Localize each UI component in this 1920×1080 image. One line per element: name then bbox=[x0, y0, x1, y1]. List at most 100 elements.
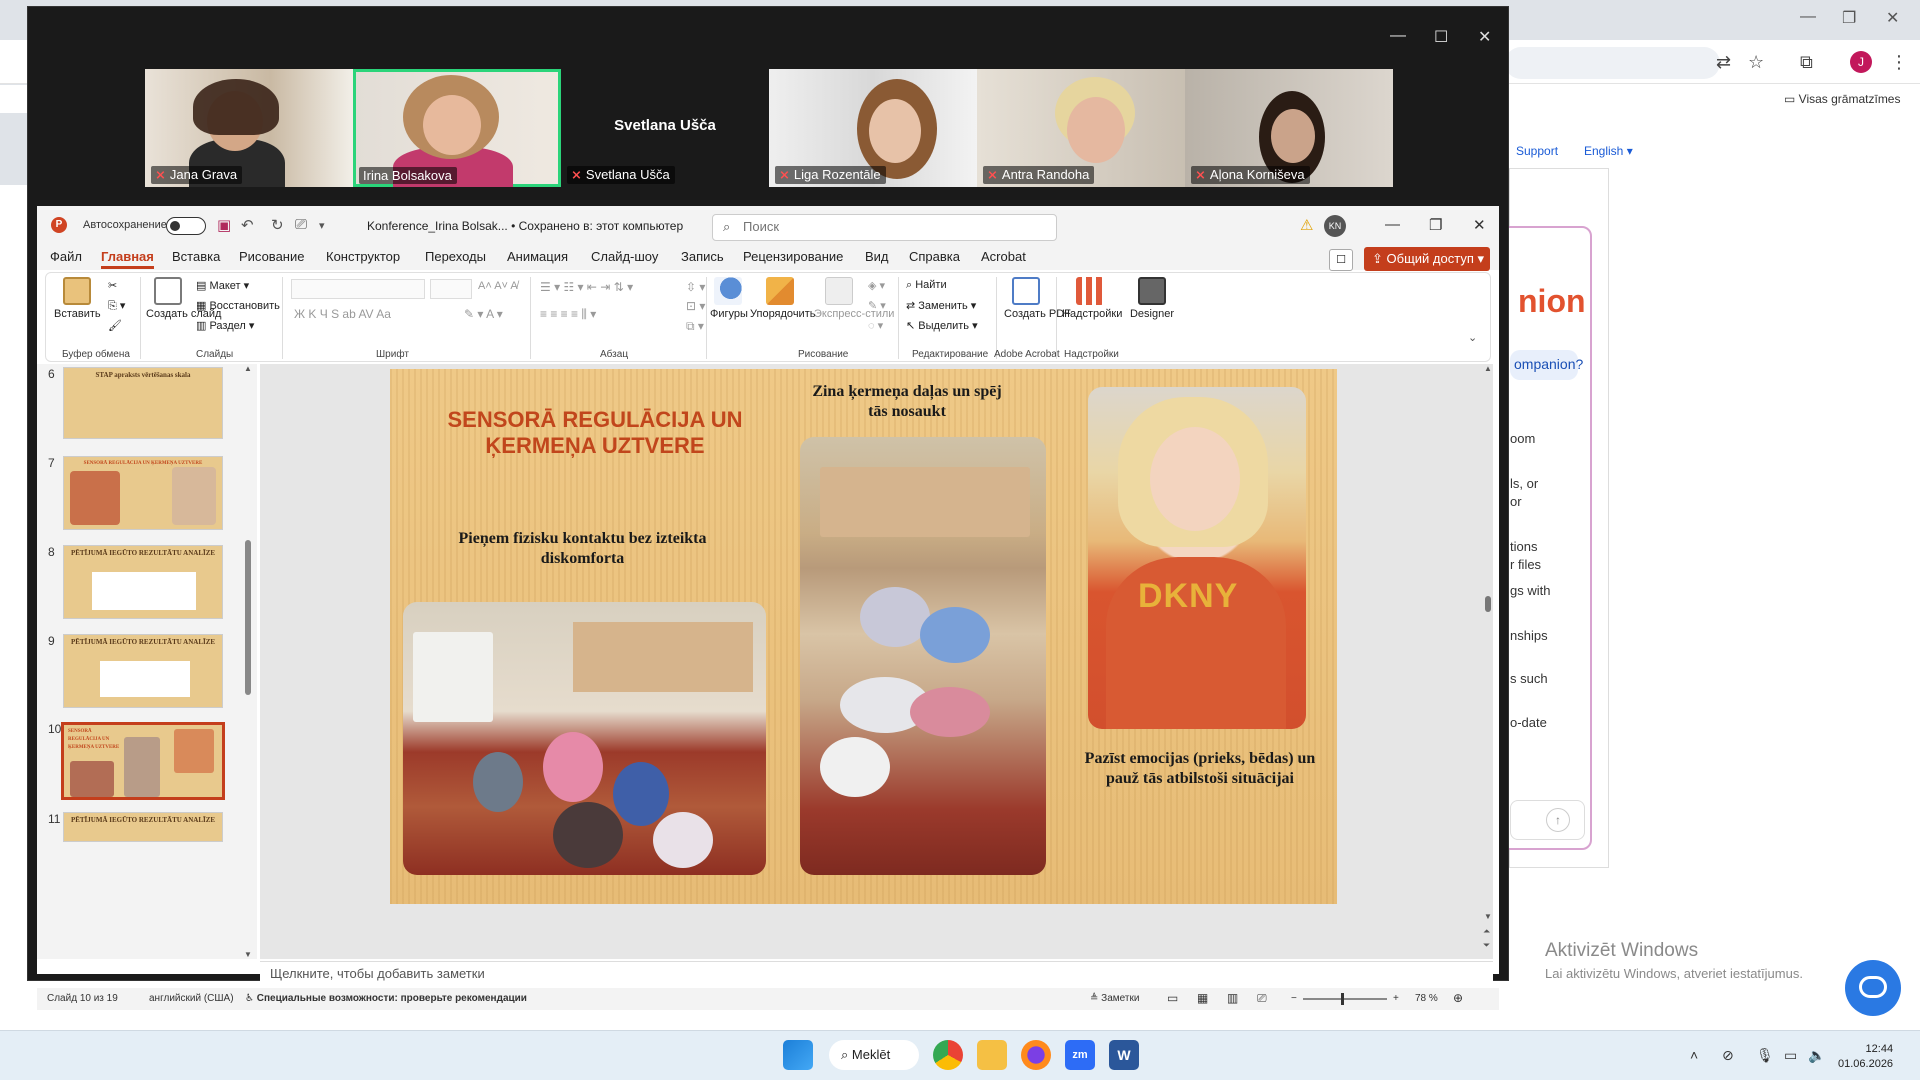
firefox-icon[interactable] bbox=[1021, 1040, 1051, 1070]
tab-insert[interactable]: Вставка bbox=[172, 249, 220, 264]
scroll-thumb[interactable] bbox=[245, 540, 251, 695]
tab-record[interactable]: Запись bbox=[681, 249, 724, 264]
restore-icon[interactable]: ❐ bbox=[1842, 8, 1856, 28]
participant-tile[interactable]: ⨯ Liga Rozentāle bbox=[769, 69, 977, 187]
close-icon[interactable]: ✕ bbox=[1886, 8, 1899, 28]
minimize-icon[interactable]: — bbox=[1800, 8, 1816, 26]
scroll-down-icon[interactable]: ▼ bbox=[244, 950, 252, 959]
address-bar[interactable] bbox=[1505, 47, 1720, 79]
zoom-slider-handle[interactable] bbox=[1341, 993, 1344, 1005]
chat-bubble-button[interactable] bbox=[1845, 960, 1901, 1016]
chrome-icon[interactable] bbox=[933, 1040, 963, 1070]
search-input[interactable] bbox=[743, 219, 1043, 234]
accessibility-check[interactable]: ♿ Специальные возможности: проверьте рек… bbox=[245, 993, 527, 1004]
send-icon[interactable]: ↑ bbox=[1546, 808, 1570, 832]
participant-tile[interactable]: ⨯ Aļona Korniševa bbox=[1185, 69, 1393, 187]
caption-center[interactable]: Zina ķermeņa daļas un spēj tās nosaukt bbox=[802, 382, 1012, 422]
more-menu-icon[interactable]: ⋮ bbox=[1890, 52, 1908, 73]
create-pdf-button[interactable]: Создать PDF bbox=[1004, 277, 1071, 321]
participant-tile[interactable]: Svetlana Ušča ⨯ Svetlana Ušča bbox=[561, 69, 769, 187]
photo-kids-on-carpet[interactable] bbox=[800, 437, 1046, 875]
slide-thumbnail[interactable]: PĒTĪJUMĀ IEGŪTO REZULTĀTU ANALĪZE bbox=[63, 634, 223, 708]
slide-sorter-icon[interactable]: ▦ bbox=[1197, 991, 1208, 1005]
font-format-icons[interactable]: Ж K Ч S ab AV Aa bbox=[294, 307, 391, 321]
participant-tile-active[interactable]: Irina Bolsakova bbox=[353, 69, 561, 187]
tray-chevron-icon[interactable]: ˄ bbox=[1690, 1047, 1698, 1063]
slideshow-icon[interactable]: ⎚ bbox=[1257, 991, 1267, 1006]
translate-icon[interactable]: ⇄ bbox=[1716, 52, 1731, 73]
maximize-icon[interactable]: ☐ bbox=[1434, 27, 1448, 47]
shape-effects-icon[interactable]: ◌ ▾ bbox=[868, 319, 883, 332]
slide-thumbnail[interactable]: SENSORĀ REGULĀCIJA UN ĶERMEŅA UZTVERE bbox=[63, 456, 223, 530]
warning-icon[interactable]: ⚠ bbox=[1300, 216, 1313, 234]
assistant-suggestion-chip[interactable]: ompanion? bbox=[1510, 350, 1583, 380]
canvas-scrollbar[interactable]: ▲ ▼ ⏶ ⏷ bbox=[1483, 364, 1493, 959]
replace-button[interactable]: ⇄ Заменить ▾ bbox=[906, 299, 976, 312]
tab-help[interactable]: Справка bbox=[909, 249, 960, 264]
increase-font-icon[interactable]: A˄ A˅ A̸ bbox=[478, 280, 518, 292]
volume-icon[interactable]: 🔈 bbox=[1808, 1047, 1825, 1064]
share-button[interactable]: ⇪ Общий доступ ▾ bbox=[1364, 247, 1490, 271]
layout-button[interactable]: ▤ Макет ▾ bbox=[196, 279, 249, 292]
text-direction-icon[interactable]: ⇳ ▾ bbox=[686, 280, 705, 294]
smartart-icon[interactable]: ⧉ ▾ bbox=[686, 319, 704, 334]
profile-avatar[interactable]: J bbox=[1850, 51, 1872, 73]
previous-slide-icon[interactable]: ⏶ bbox=[1483, 926, 1490, 937]
file-explorer-icon[interactable] bbox=[977, 1040, 1007, 1070]
list-icons[interactable]: ☰ ▾ ☷ ▾ ⇤ ⇥ ⇅ ▾ bbox=[540, 280, 633, 294]
shape-fill-icon[interactable]: ◈ ▾ bbox=[868, 279, 885, 292]
designer-button[interactable]: Designer bbox=[1126, 277, 1178, 320]
zoom-out-icon[interactable]: − bbox=[1291, 993, 1297, 1004]
notes-toggle[interactable]: ≜ Заметки bbox=[1090, 993, 1139, 1004]
slide-thumbnail[interactable]: PĒTĪJUMĀ IEGŪTO REZULTĀTU ANALĪZE bbox=[63, 545, 223, 619]
notes-pane[interactable]: Щелкните, чтобы добавить заметки bbox=[260, 961, 1493, 986]
new-slide-button[interactable]: Создать слайд bbox=[146, 277, 221, 321]
tab-review[interactable]: Рецензирование bbox=[743, 249, 843, 264]
tab-transitions[interactable]: Переходы bbox=[425, 249, 486, 264]
collapse-ribbon-icon[interactable]: ⌄ bbox=[1468, 331, 1477, 344]
minimize-icon[interactable]: — bbox=[1385, 216, 1400, 233]
participant-tile[interactable]: ⨯ Jana Grava bbox=[145, 69, 353, 187]
restore-icon[interactable]: ❐ bbox=[1429, 216, 1442, 234]
tab-design[interactable]: Конструктор bbox=[326, 249, 400, 264]
slide-thumbnail[interactable]: STAP apraksts vērtēšanas skala bbox=[63, 367, 223, 439]
shapes-button[interactable]: Фигуры bbox=[710, 277, 748, 320]
autosave-toggle[interactable] bbox=[166, 217, 206, 235]
slide-thumbnail-selected[interactable]: SENSORĀ REGULĀCIJA UN ĶERMEŅA UZTVERE bbox=[61, 722, 225, 800]
redo-icon[interactable]: ↻ bbox=[271, 216, 284, 234]
zoom-in-icon[interactable]: + bbox=[1393, 993, 1399, 1004]
windows-start-icon[interactable] bbox=[783, 1040, 813, 1070]
scroll-up-icon[interactable]: ▲ bbox=[1484, 364, 1492, 373]
reading-view-icon[interactable]: ▥ bbox=[1227, 991, 1238, 1005]
taskbar-clock[interactable]: 12:44 01.06.2026 bbox=[1838, 1042, 1893, 1072]
arrange-button[interactable]: Упорядочить bbox=[750, 277, 815, 320]
photo-smiling-girl[interactable]: DKNY bbox=[1088, 387, 1306, 729]
current-slide[interactable]: SENSORĀ REGULĀCIJA UN ĶERMEŅA UZTVERE Pi… bbox=[390, 369, 1337, 904]
tab-slideshow[interactable]: Слайд-шоу bbox=[591, 249, 658, 264]
taskbar-search[interactable]: ⌕ Meklēt bbox=[829, 1040, 919, 1070]
word-icon[interactable]: W bbox=[1109, 1040, 1139, 1070]
star-icon[interactable]: ☆ bbox=[1748, 52, 1764, 73]
caption-right[interactable]: Pazīst emocijas (prieks, bēdas) un pauž … bbox=[1070, 749, 1330, 789]
tab-acrobat[interactable]: Acrobat bbox=[981, 249, 1026, 264]
present-icon[interactable]: ⎚ bbox=[295, 216, 307, 233]
ppt-search-box[interactable]: ⌕ bbox=[712, 214, 1057, 241]
shape-outline-icon[interactable]: ✎ ▾ bbox=[868, 299, 886, 312]
undo-icon[interactable]: ↶ bbox=[241, 216, 254, 234]
section-button[interactable]: ▥ Раздел ▾ bbox=[196, 319, 254, 332]
addins-button[interactable]: Надстройки bbox=[1062, 277, 1122, 320]
slide-thumbnail[interactable]: PĒTĪJUMĀ IEGŪTO REZULTĀTU ANALĪZE bbox=[63, 812, 223, 842]
font-size-select[interactable] bbox=[430, 279, 472, 299]
support-link[interactable]: Support bbox=[1516, 144, 1558, 158]
comments-button[interactable]: ☐ bbox=[1329, 249, 1353, 271]
font-family-select[interactable] bbox=[291, 279, 425, 299]
scroll-up-icon[interactable]: ▲ bbox=[244, 364, 252, 373]
normal-view-icon[interactable]: ▭ bbox=[1167, 991, 1178, 1005]
thumbnail-scrollbar[interactable]: ▲ ▼ bbox=[243, 364, 253, 959]
tab-animations[interactable]: Анимация bbox=[507, 249, 568, 264]
photo-classroom[interactable] bbox=[403, 602, 766, 875]
caption-left[interactable]: Pieņem fizisku kontaktu bez izteikta dis… bbox=[445, 529, 720, 569]
language-link[interactable]: English ▾ bbox=[1584, 144, 1633, 158]
bookmark-folder-all[interactable]: ▭ Visas grāmatzīmes bbox=[1784, 92, 1900, 106]
notes-placeholder[interactable]: Щелкните, чтобы добавить заметки bbox=[270, 966, 485, 981]
